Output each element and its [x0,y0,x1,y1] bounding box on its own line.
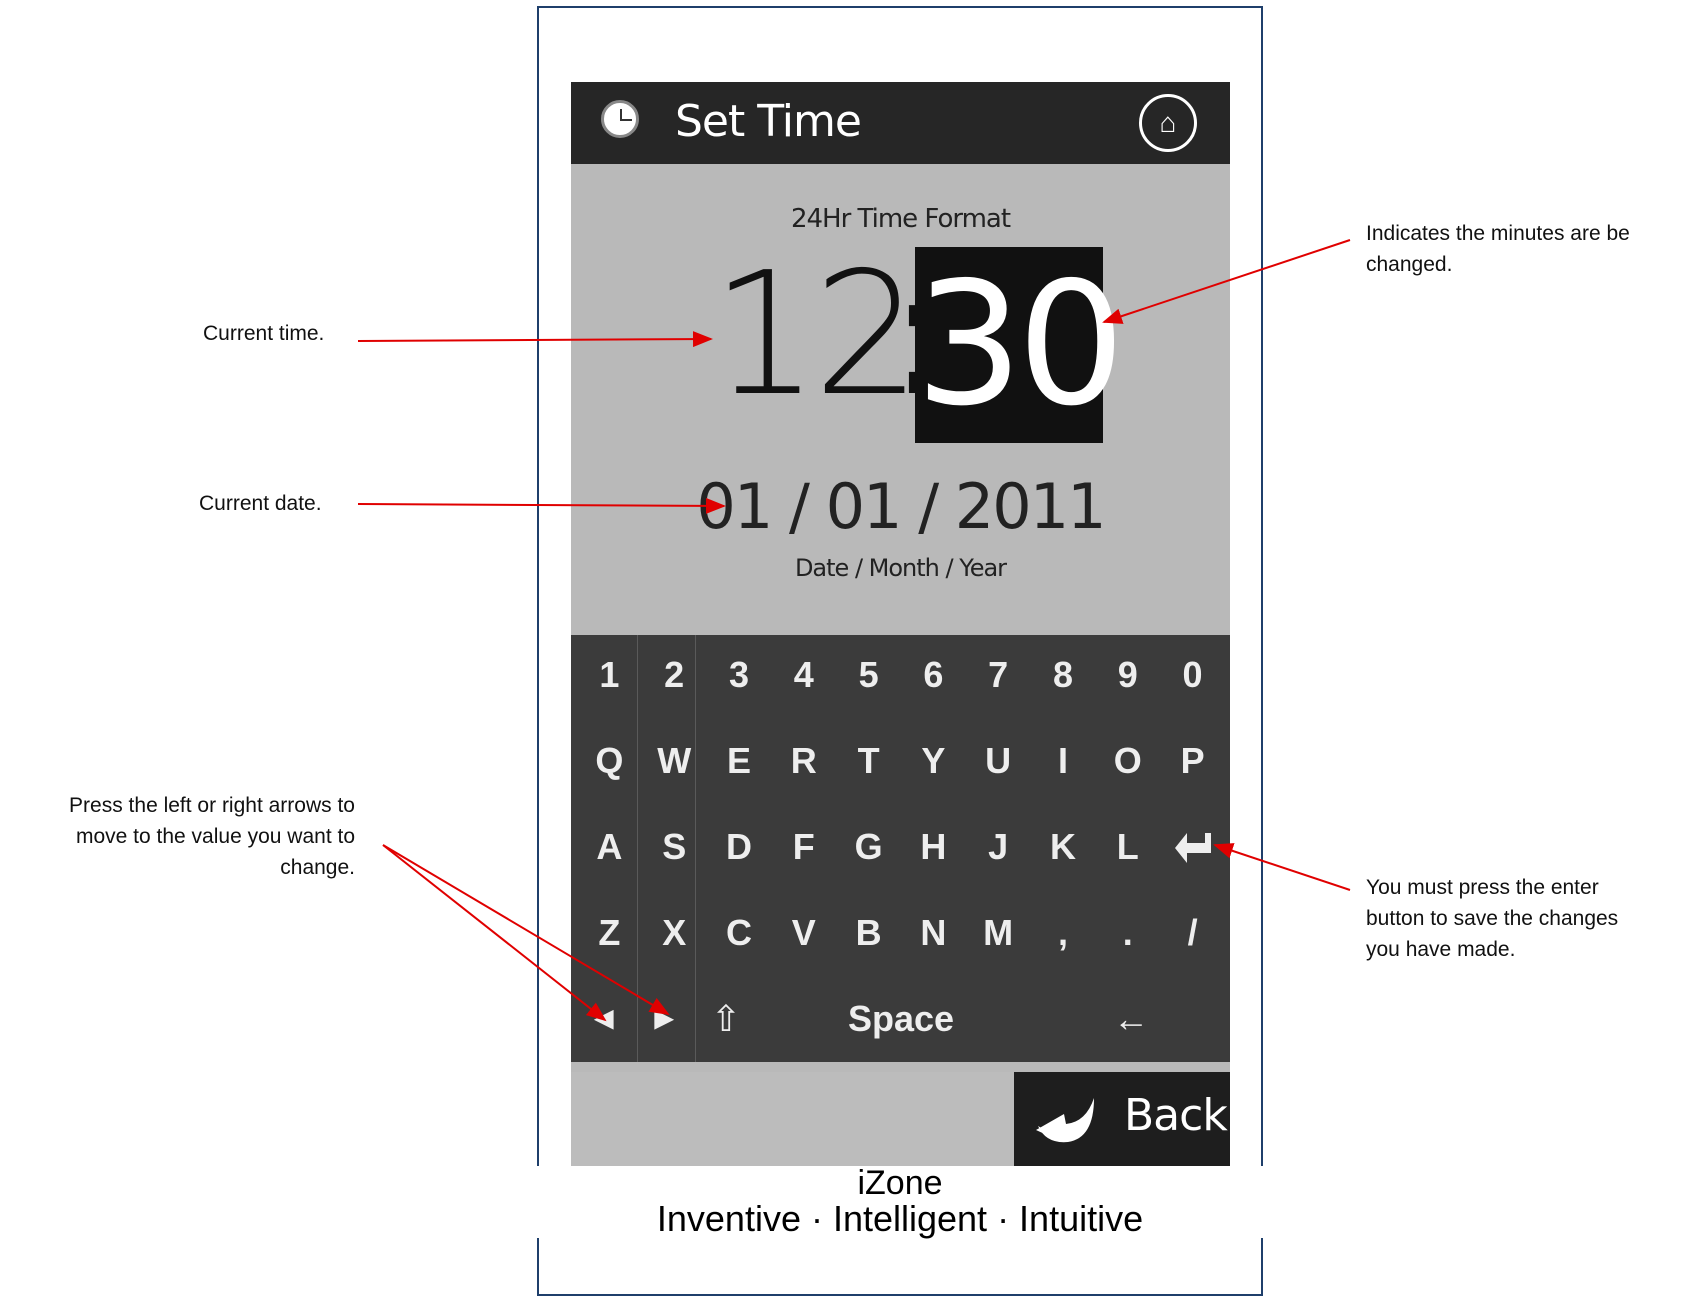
arrow-left-key [382,844,607,1022]
arrow-enter [1213,843,1351,891]
arrow-minutes [1102,239,1351,324]
arrow-current-time [357,331,713,348]
arrow-current-date [357,497,726,514]
arrow-right-key [382,844,670,1016]
annotation-arrows-overlay [357,239,1351,1022]
